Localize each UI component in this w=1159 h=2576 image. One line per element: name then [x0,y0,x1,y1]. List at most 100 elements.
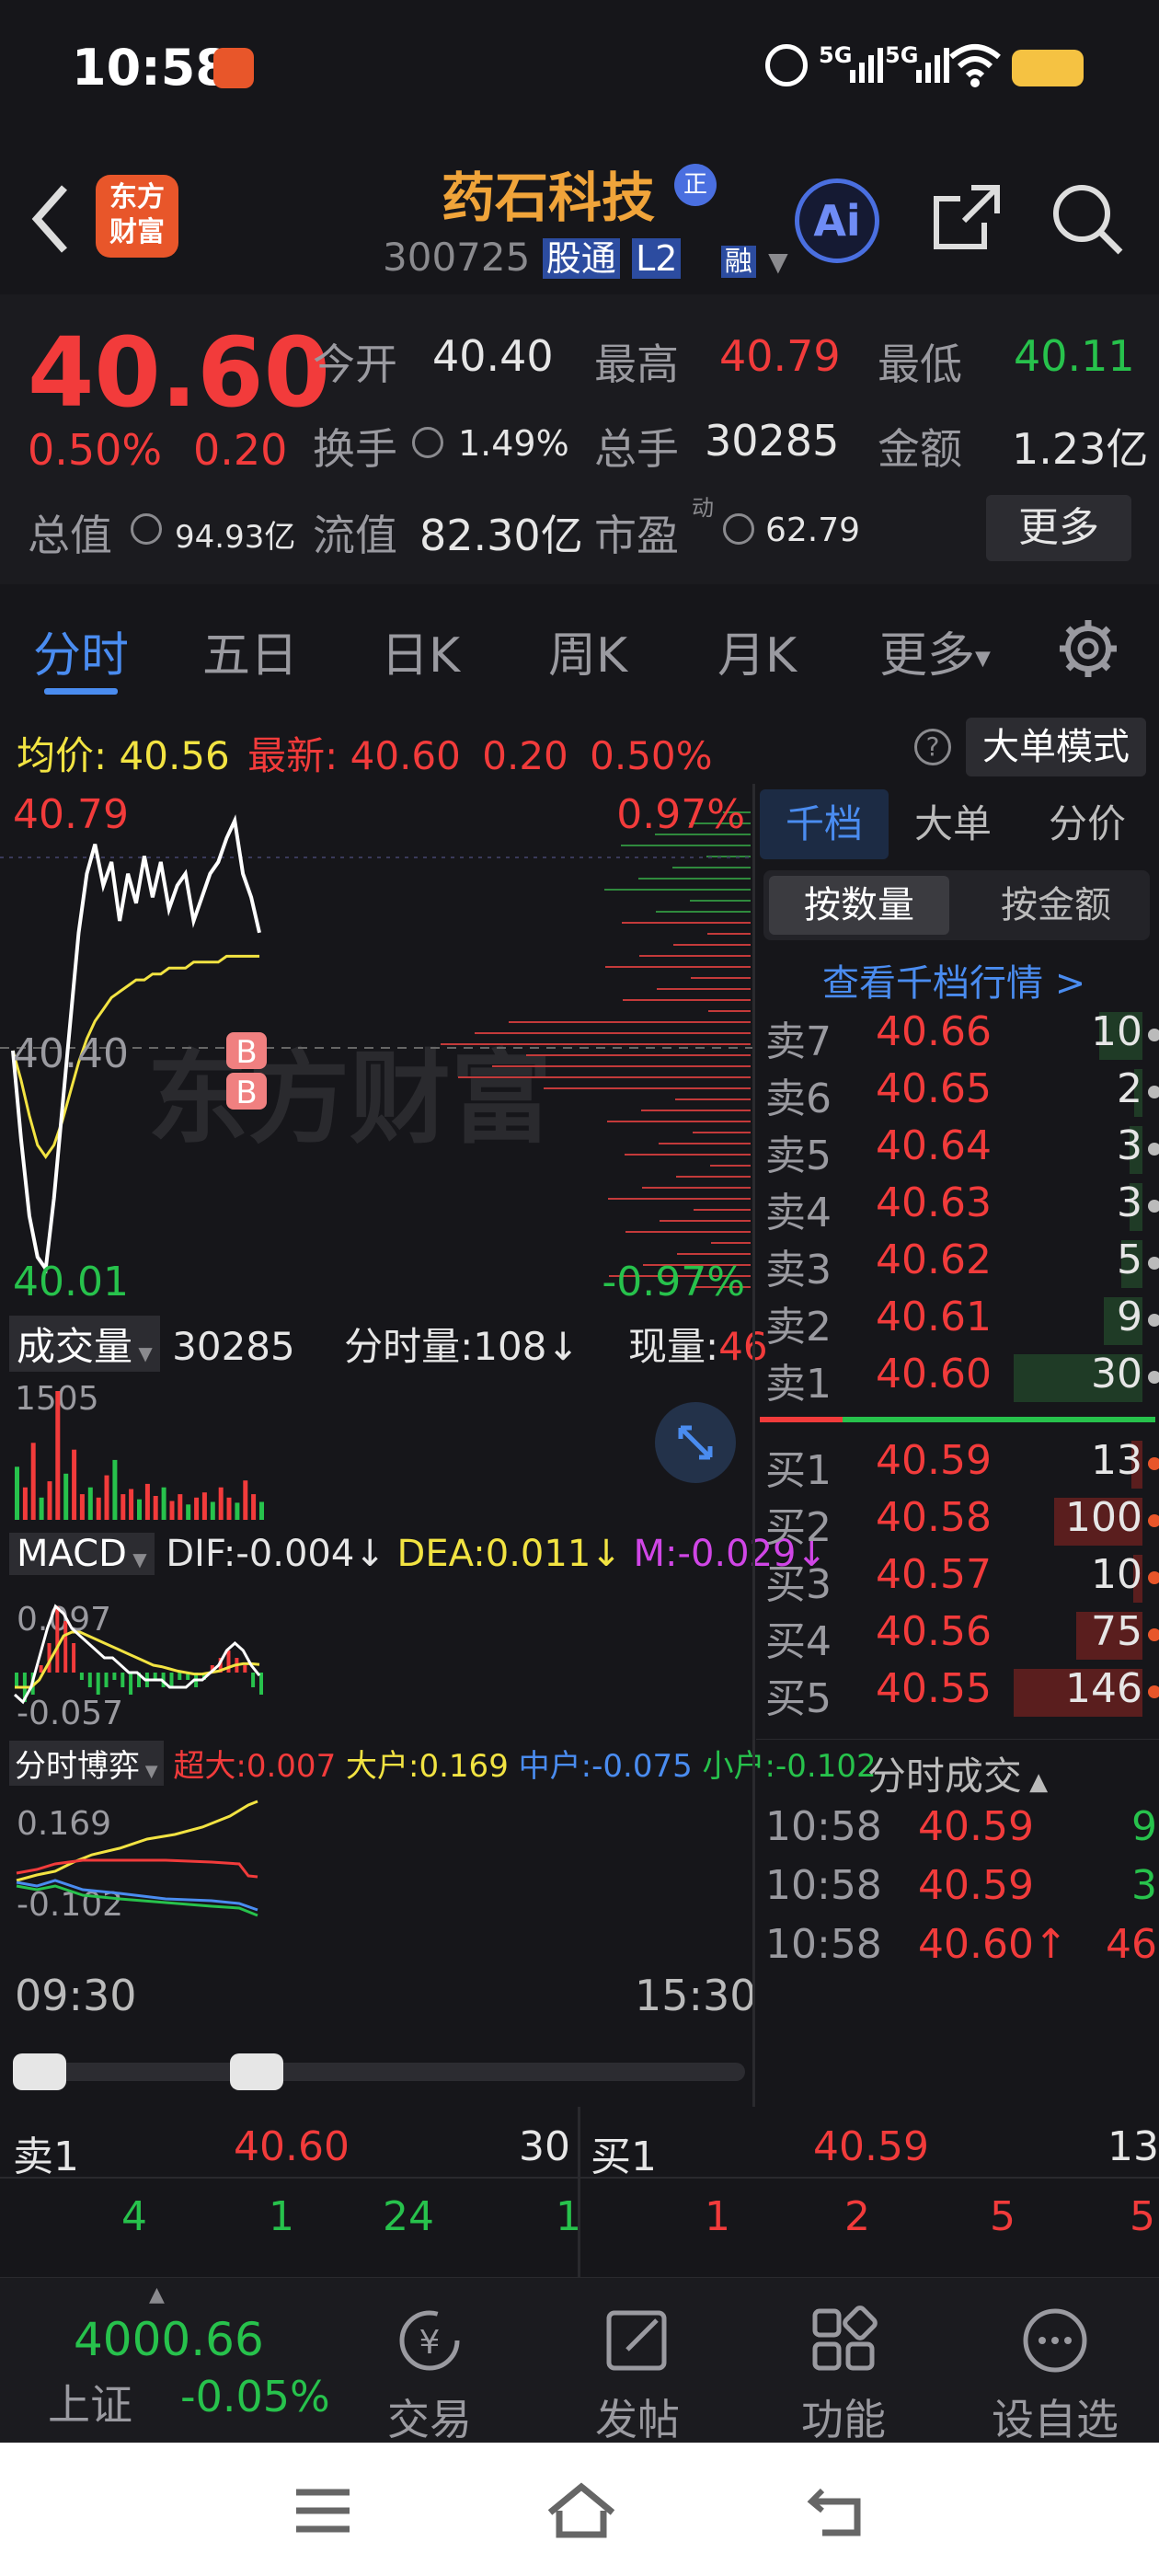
app-logo[interactable]: 东方 财富 [96,175,178,258]
buy-marker-1[interactable]: B [226,1032,267,1071]
back-icon[interactable] [28,182,74,256]
scrollbar-handle-left[interactable] [13,2053,66,2090]
bid-row[interactable]: 买1 40.59 13 [756,1437,1159,1494]
x-end-label: 15:30 [635,1971,757,2020]
row-price: 40.62 [876,1236,992,1283]
tab-more-label: 更多 [879,628,976,684]
sub-tab-by-amount[interactable]: 按金额 [966,876,1146,935]
bid-row[interactable]: 买2 40.58 100 [756,1494,1159,1551]
big-order-mode-button[interactable]: 大单模式 [966,718,1146,776]
macd-selector[interactable]: MACD ▼ [9,1533,155,1575]
notification-app-icon [213,48,254,88]
depth-bar [622,922,751,924]
mktcap-info-icon[interactable] [131,513,162,545]
turnover-info-icon[interactable] [412,427,443,458]
buy-marker-2[interactable]: B [226,1073,267,1111]
macd-bar [104,1673,109,1687]
tab-more-caret-icon: ▼ [975,647,991,671]
bid-row[interactable]: 买3 40.57 10 [756,1551,1159,1608]
ask-row[interactable]: 卖6 40.65 2 [756,1065,1159,1122]
row-name: 买1 [765,1447,832,1494]
nav-functions[interactable]: 功能 [775,2304,912,2447]
side-tab-depth[interactable]: 千档 [760,789,889,859]
ask-row[interactable]: 卖1 40.60 30 [756,1351,1159,1408]
ask-row[interactable]: 卖3 40.62 5 [756,1236,1159,1294]
volume-bar [226,1497,232,1520]
trade-time: 10:58 [765,1862,882,1909]
macd-bar [259,1673,263,1695]
expand-chart-button[interactable] [655,1402,736,1483]
nav-post[interactable]: 发帖 [568,2304,706,2447]
home-icon[interactable] [545,2479,618,2540]
bid-row[interactable]: 买4 40.56 75 [756,1608,1159,1665]
depth-bar [475,1032,751,1034]
bid-ask-row-divider [0,2177,1159,2179]
volume-bar [243,1480,248,1520]
volume-bar [120,1494,126,1520]
nav-add-watchlist[interactable]: 设自选 [986,2304,1124,2447]
menu-icon[interactable] [293,2483,353,2538]
spread-bar-red [760,1417,843,1422]
buy-queue-2: 2 [844,2193,870,2240]
game-chart[interactable]: 0.169 -0.102 [0,1798,754,1945]
help-icon[interactable]: ? [914,729,951,765]
time-range-scrollbar[interactable] [18,2063,745,2081]
bid-ask-bar: 卖1 40.60 30 买1 40.59 13 4 1 24 1 1 2 5 5 [0,2107,1159,2277]
tab-more[interactable]: 更多▼ [879,616,991,685]
buy1-label: 买1 [591,2133,657,2180]
view-depth-link[interactable]: 查看千档行情 > [822,953,1085,1006]
sell1-label: 卖1 [13,2133,79,2180]
info-line: 均价: 40.56 最新: 40.60 0.20 0.50% [17,725,713,781]
depth-bar [492,1065,751,1067]
more-button[interactable]: 更多 [986,495,1131,561]
tab-daily-k[interactable]: 日K [381,616,460,685]
depth-bar [707,933,751,935]
depth-bar [604,889,751,891]
code-dropdown-icon[interactable]: ▼ [768,247,788,277]
trade-price: 40.59 [918,1803,1034,1850]
ask-row[interactable]: 卖5 40.64 3 [756,1122,1159,1179]
game-selector[interactable]: 分时博弈 ▼ [9,1741,164,1786]
tab-intraday[interactable]: 分时 [33,616,129,685]
index-value: 4000.66 [74,2313,264,2366]
side-tab-big-order[interactable]: 大单 [914,789,992,859]
macd-chart[interactable]: 0.097 -0.057 [0,1590,754,1737]
y-mid-label: 40.40 [13,1030,129,1077]
row-volume: 30 [1091,1351,1142,1397]
trades-title[interactable]: 分时成交 ▲ [756,1739,1159,1799]
index-ticker[interactable]: ▲ 4000.66 上证 -0.05% [0,2278,350,2444]
volume-bar [30,1443,36,1520]
volume-selector[interactable]: 成交量 ▼ [9,1316,160,1372]
macd-bar [72,1643,76,1673]
pe-info-icon[interactable] [723,513,754,545]
volume-selector-caret-icon: ▼ [132,1342,153,1364]
tab-weekly-k[interactable]: 周K [548,616,627,685]
volume-bar [72,1449,77,1520]
volume-bar [55,1391,61,1520]
sub-tab-by-quantity[interactable]: 按数量 [769,876,949,935]
nav-trade[interactable]: ¥ 交易 [361,2304,499,2447]
gear-icon[interactable] [1056,616,1120,681]
tab-monthly-k[interactable]: 月K [717,616,797,685]
scrollbar-handle-right[interactable] [230,2053,283,2090]
side-tab-price-dist[interactable]: 分价 [1049,789,1126,859]
ask-row[interactable]: 卖2 40.61 9 [756,1294,1159,1351]
depth-bar [676,1176,751,1178]
row-dot-icon [1148,1514,1159,1527]
search-icon[interactable] [1049,180,1126,258]
volume-bar [144,1483,150,1520]
ai-button[interactable]: Ai [795,178,879,263]
ask-row[interactable]: 卖4 40.63 3 [756,1179,1159,1236]
volume-chart[interactable]: 1505 [0,1373,754,1529]
row-dot-icon [1148,1571,1159,1584]
bid-row[interactable]: 买5 40.55 146 [756,1665,1159,1720]
depth-bar [711,1242,751,1244]
ask-row[interactable]: 卖7 40.66 10 [756,1008,1159,1065]
buy-queue-1: 1 [705,2193,730,2240]
row-dot-icon [1148,1457,1159,1470]
volume-bar [39,1497,44,1520]
back-nav-icon[interactable] [804,2483,868,2538]
share-icon[interactable] [929,180,1003,254]
tab-five-day[interactable]: 五日 [202,616,298,685]
row-dot-icon [1148,1628,1159,1641]
